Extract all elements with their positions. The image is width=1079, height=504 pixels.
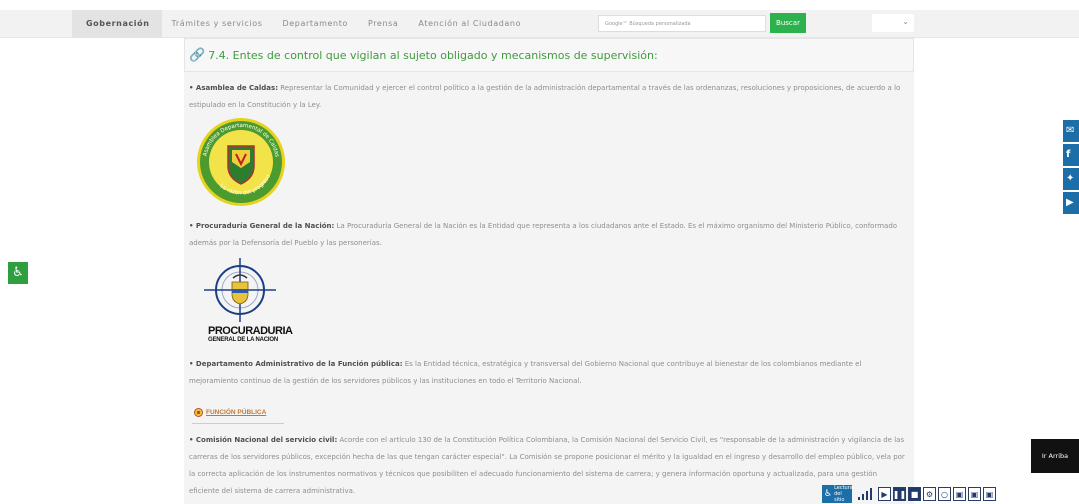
wheelchair-icon: ♿ <box>12 265 24 280</box>
entry-name: • Procuraduría General de la Nación: <box>189 222 335 230</box>
top-navigation: Gobernación Trámites y servicios Departa… <box>0 10 1079 38</box>
entry-text: Acorde con el artículo 130 de la Constit… <box>189 436 905 495</box>
section-header: 🔗 7.4. Entes de control que vigilan al s… <box>184 38 914 72</box>
stop-button[interactable]: ■ <box>908 487 921 501</box>
magnifier-icon: ○ <box>941 489 948 499</box>
entry-name: • Departamento Administrativo de la Func… <box>189 360 403 368</box>
entry-asamblea: • Asamblea de Caldas: Representar la Com… <box>189 80 905 114</box>
search-button[interactable]: Buscar <box>770 13 806 33</box>
funcion-publica-text: FUNCIÓN PÚBLICA <box>206 409 267 416</box>
nav-item-departamento[interactable]: Departamento <box>273 10 358 38</box>
lectura-label: Lectura del sitio <box>834 485 853 503</box>
funcion-publica-logo: FUNCIÓN PÚBLICA <box>192 402 284 424</box>
option-icon: ▣ <box>955 489 964 499</box>
asamblea-caldas-logo: Asamblea Departamental de Caldas La razó… <box>197 118 285 206</box>
lectura-button[interactable]: ♿ Lectura del sitio <box>822 485 853 503</box>
play-button[interactable]: ▶ <box>878 487 891 501</box>
nav-item-atencion[interactable]: Atención al Ciudadano <box>408 10 531 38</box>
funcion-publica-emblem-icon <box>194 408 203 417</box>
nav-item-tramites[interactable]: Trámites y servicios <box>162 10 273 38</box>
email-icon: ✉ <box>1066 125 1075 136</box>
entry-procuraduria: • Procuraduría General de la Nación: La … <box>189 218 905 252</box>
accessibility-button[interactable]: ♿ <box>8 262 28 284</box>
settings-button[interactable]: ⚙ <box>923 487 936 501</box>
procuraduria-emblem <box>204 258 276 322</box>
section-title: 7.4. Entes de control que vigilan al suj… <box>208 48 658 62</box>
back-to-top-button[interactable]: Ir Arriba <box>1031 439 1079 473</box>
entry-name: • Comisión Nacional del servicio civil: <box>189 436 338 444</box>
chevron-down-icon: ⌄ <box>902 17 909 26</box>
stop-icon: ■ <box>910 489 919 499</box>
content-panel: 🔗 7.4. Entes de control que vigilan al s… <box>184 38 914 504</box>
entry-text: Representar la Comunidad y ejercer el co… <box>189 84 901 109</box>
pause-button[interactable]: ❚❚ <box>893 487 906 501</box>
procuraduria-logo-text: PROCURADURIA GENERAL DE LA NACION <box>208 325 293 344</box>
facebook-icon: f <box>1066 149 1071 160</box>
search-input[interactable]: Google™ Búsqueda personalizada <box>598 15 766 32</box>
procuraduria-title: PROCURADURIA <box>208 325 293 337</box>
nav-item-gobernacion[interactable]: Gobernación <box>72 10 162 38</box>
language-select[interactable]: ⌄ <box>872 14 914 32</box>
reading-toolbar: ♿ Lectura del sitio ▶ ❚❚ ■ ⚙ ○ ▣ ▣ ▣ <box>822 484 1079 504</box>
wheelchair-icon: ♿ <box>824 489 833 499</box>
play-icon: ▶ <box>881 489 888 499</box>
youtube-icon: ▶ <box>1066 197 1074 208</box>
settings-icon: ⚙ <box>925 489 934 499</box>
pause-icon: ❚❚ <box>892 489 907 499</box>
option-button-3[interactable]: ▣ <box>983 487 996 501</box>
zoom-button[interactable]: ○ <box>938 487 951 501</box>
nav-item-prensa[interactable]: Prensa <box>358 10 408 38</box>
entry-cnsc: • Comisión Nacional del servicio civil: … <box>189 432 905 500</box>
entry-funcion-publica: • Departamento Administrativo de la Func… <box>189 356 905 390</box>
entry-name: • Asamblea de Caldas: <box>189 84 278 92</box>
option-button-2[interactable]: ▣ <box>968 487 981 501</box>
twitter-icon: ✦ <box>1066 173 1075 184</box>
social-twitter-button[interactable]: ✦ <box>1063 168 1079 190</box>
main-menu: Gobernación Trámites y servicios Departa… <box>72 10 531 38</box>
option-button-1[interactable]: ▣ <box>953 487 966 501</box>
procuraduria-subtitle: GENERAL DE LA NACION <box>208 337 279 343</box>
volume-icon[interactable] <box>852 485 878 503</box>
social-facebook-button[interactable]: f <box>1063 144 1079 166</box>
option-icon: ▣ <box>985 489 994 499</box>
option-icon: ▣ <box>970 489 979 499</box>
social-youtube-button[interactable]: ▶ <box>1063 192 1079 214</box>
social-email-button[interactable]: ✉ <box>1063 120 1079 142</box>
link-icon: 🔗 <box>189 47 206 63</box>
